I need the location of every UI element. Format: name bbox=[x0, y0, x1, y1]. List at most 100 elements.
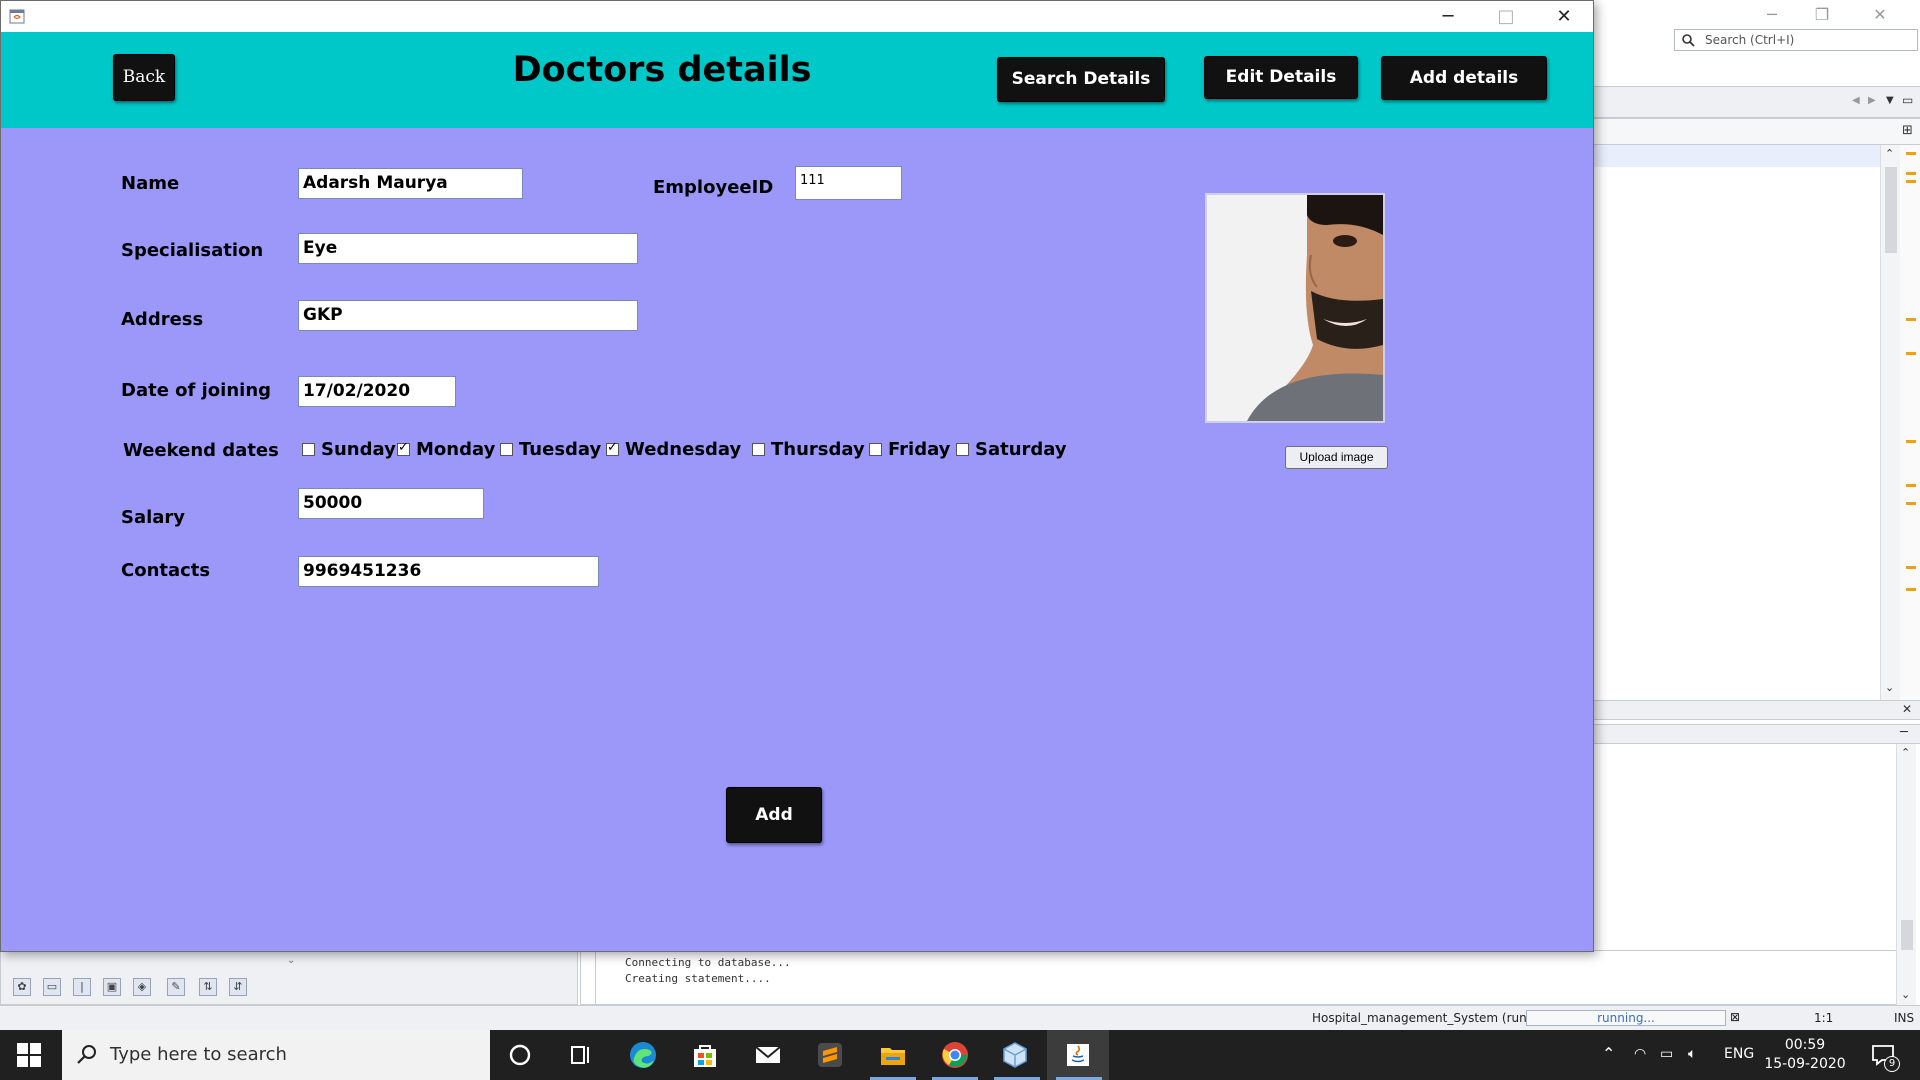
address-field[interactable]: GKP bbox=[298, 300, 638, 331]
show-hidden-icons-icon[interactable]: ⌃ bbox=[1602, 1044, 1615, 1063]
ide-search-input[interactable]: Search (Ctrl+I) bbox=[1674, 29, 1918, 51]
tab-scroll-left-icon[interactable]: ◀ bbox=[1852, 95, 1860, 106]
add-details-button[interactable]: Add details bbox=[1381, 56, 1547, 100]
taskbar: Type here to search ⌃ ◠ ▭ 🔈︎ ENG 00:59 1… bbox=[0, 1030, 1920, 1080]
tool-icon-5[interactable]: ◈ bbox=[133, 978, 151, 996]
contacts-label: Contacts bbox=[121, 560, 211, 581]
ide-editor-toolbar: ⊞ bbox=[1592, 118, 1920, 145]
weekend-friday-checkbox[interactable]: Friday bbox=[869, 439, 950, 460]
search-icon bbox=[1682, 34, 1695, 47]
sublime-text-icon[interactable] bbox=[815, 1040, 845, 1070]
microsoft-store-icon[interactable] bbox=[690, 1040, 720, 1070]
language-indicator[interactable]: ENG bbox=[1724, 1046, 1754, 1062]
java-icon[interactable] bbox=[1063, 1040, 1093, 1070]
mail-icon[interactable] bbox=[753, 1040, 783, 1070]
weekend-sunday-checkbox[interactable]: Sunday bbox=[302, 439, 396, 460]
clock[interactable]: 00:59 15-09-2020 bbox=[1760, 1036, 1850, 1074]
weekend-wednesday-checkbox[interactable]: Wednesday bbox=[606, 439, 741, 460]
console-scrollbar[interactable]: ⌄ bbox=[1896, 950, 1916, 1005]
volume-icon[interactable]: 🔈︎ bbox=[1688, 1046, 1696, 1062]
ide-close-icon[interactable]: ✕ bbox=[1860, 4, 1900, 26]
scroll-up-icon[interactable]: ⌃ bbox=[1885, 147, 1894, 160]
specialisation-field[interactable]: Eye bbox=[298, 233, 638, 264]
stop-icon[interactable]: ⊠ bbox=[1730, 1010, 1740, 1024]
status-position: 1:1 bbox=[1814, 1011, 1834, 1025]
weekend-tuesday-checkbox[interactable]: Tuesday bbox=[500, 439, 601, 460]
checkbox-box[interactable] bbox=[956, 442, 969, 456]
ide-restore-icon[interactable]: ❐ bbox=[1802, 4, 1842, 26]
sort-icon[interactable]: ⇅ bbox=[199, 978, 217, 996]
tool-icon-3[interactable]: | bbox=[73, 978, 91, 996]
date-of-joining-label: Date of joining bbox=[121, 380, 272, 401]
add-button[interactable]: Add bbox=[726, 787, 822, 843]
scroll-down-icon[interactable]: ⌄ bbox=[1885, 681, 1894, 694]
console-scroll-down-icon[interactable]: ⌄ bbox=[1901, 988, 1910, 1001]
ide-editor-tabs: ◀ ▶ ▼ ▭ bbox=[1592, 86, 1920, 118]
network-icon[interactable]: ◠ bbox=[1634, 1046, 1646, 1062]
employee-id-field[interactable]: 111 bbox=[795, 166, 902, 200]
weekend-monday-checkbox[interactable]: Monday bbox=[397, 439, 495, 460]
checkbox-box[interactable] bbox=[500, 442, 513, 456]
window-maximize-button[interactable]: □ bbox=[1477, 1, 1535, 32]
scroll-thumb[interactable] bbox=[1885, 167, 1897, 253]
search-icon bbox=[77, 1045, 96, 1064]
checkbox-box[interactable] bbox=[869, 442, 882, 456]
ide-statusbar: Hospital_management_System (run) running… bbox=[0, 1005, 1920, 1030]
ide-editor-scrollbar[interactable]: ⌃ ⌄ bbox=[1880, 145, 1900, 700]
ide-output-header: ─ bbox=[1592, 724, 1920, 744]
doctor-photo bbox=[1205, 193, 1385, 423]
ide-search-placeholder: Search (Ctrl+I) bbox=[1705, 33, 1795, 47]
edit-details-button[interactable]: Edit Details bbox=[1204, 56, 1358, 99]
lock-icon[interactable]: ▣ bbox=[103, 978, 121, 996]
windows-start-icon[interactable] bbox=[16, 1042, 42, 1068]
chevron-down-icon[interactable]: ⌄ bbox=[287, 955, 295, 966]
salary-field[interactable]: 50000 bbox=[298, 488, 484, 519]
page-title: Doctors details bbox=[512, 50, 812, 90]
current-line-highlight bbox=[1592, 145, 1898, 167]
ide-minimize-icon[interactable]: ─ bbox=[1752, 4, 1792, 26]
checkbox-box[interactable] bbox=[752, 442, 765, 456]
back-button[interactable]: Back bbox=[113, 54, 175, 101]
tool-icon-1[interactable]: ✿ bbox=[13, 978, 31, 996]
checkbox-box[interactable] bbox=[302, 442, 315, 456]
taskbar-search-input[interactable]: Type here to search bbox=[62, 1030, 490, 1080]
chrome-icon[interactable] bbox=[940, 1040, 970, 1070]
clock-date: 15-09-2020 bbox=[1764, 1056, 1846, 1072]
minimize-panel-icon[interactable]: ─ bbox=[1900, 725, 1908, 740]
tool-icon-6[interactable]: ✎ bbox=[167, 978, 185, 996]
tab-scroll-right-icon[interactable]: ▶ bbox=[1868, 95, 1876, 106]
search-details-button[interactable]: Search Details bbox=[997, 57, 1165, 102]
output-scroll-up-icon[interactable]: ⌃ bbox=[1901, 746, 1910, 759]
name-field[interactable]: Adarsh Maurya bbox=[298, 168, 523, 199]
checkbox-box[interactable] bbox=[397, 440, 410, 456]
close-panel-icon[interactable]: ✕ bbox=[1902, 702, 1912, 716]
window-titlebar: ─ □ ✕ bbox=[1, 1, 1593, 32]
weekend-dates-label: Weekend dates bbox=[123, 440, 279, 461]
task-view-icon[interactable] bbox=[566, 1040, 596, 1070]
battery-icon[interactable]: ▭ bbox=[1660, 1046, 1673, 1062]
contacts-field[interactable]: 9969451236 bbox=[298, 556, 599, 587]
tab-list-icon[interactable]: ▼ bbox=[1886, 95, 1894, 106]
status-project: Hospital_management_System (run) bbox=[1312, 1011, 1532, 1025]
edge-browser-icon[interactable] bbox=[628, 1040, 658, 1070]
sort-alt-icon[interactable]: ⇵ bbox=[229, 978, 247, 996]
window-minimize-button[interactable]: ─ bbox=[1419, 1, 1477, 32]
console-output: Connecting to database... Creating state… bbox=[625, 956, 791, 985]
weekend-saturday-checkbox[interactable]: Saturday bbox=[956, 439, 1067, 460]
weekend-thursday-checkbox[interactable]: Thursday bbox=[752, 439, 865, 460]
salary-label: Salary bbox=[121, 507, 186, 528]
upload-image-button[interactable]: Upload image bbox=[1285, 446, 1388, 469]
date-of-joining-field[interactable]: 17/02/2020 bbox=[298, 376, 456, 407]
expand-icon[interactable]: ⊞ bbox=[1902, 123, 1913, 138]
window-close-button[interactable]: ✕ bbox=[1535, 1, 1593, 32]
tool-icon-2[interactable]: ▭ bbox=[43, 978, 61, 996]
taskbar-search-placeholder: Type here to search bbox=[110, 1044, 287, 1065]
ide-editor[interactable] bbox=[1592, 145, 1898, 700]
virtualbox-icon[interactable] bbox=[1000, 1040, 1030, 1070]
checkbox-box[interactable] bbox=[606, 440, 619, 456]
cortana-icon[interactable] bbox=[505, 1040, 535, 1070]
status-progress[interactable]: running... bbox=[1526, 1010, 1726, 1026]
error-stripe bbox=[1900, 145, 1920, 700]
file-explorer-icon[interactable] bbox=[878, 1040, 908, 1070]
tab-maximize-icon[interactable]: ▭ bbox=[1902, 93, 1913, 107]
